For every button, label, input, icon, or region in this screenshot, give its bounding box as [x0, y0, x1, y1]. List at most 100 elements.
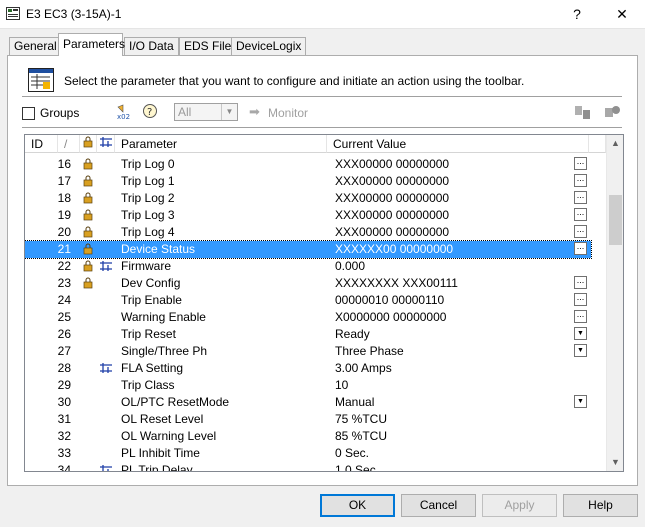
app-icon [6, 7, 20, 20]
column-header-lock[interactable] [80, 135, 97, 153]
table-row[interactable]: 33 PL Inhibit Time 0 Sec. [25, 445, 591, 462]
param-value[interactable]: 3.00 Amps [335, 360, 392, 377]
table-row[interactable]: 16 Trip Log 0 XXX00000 00000000... [25, 156, 591, 173]
table-row[interactable]: 22 Firmware 0.000 [25, 258, 591, 275]
dropdown-button[interactable]: ▼ [574, 344, 587, 357]
ellipsis-button[interactable]: ... [574, 208, 587, 221]
groups-checkbox[interactable] [22, 107, 35, 120]
param-name: Firmware [121, 259, 171, 273]
dropdown-button[interactable]: ▼ [574, 395, 587, 408]
query-icon[interactable]: ? [142, 103, 160, 121]
ok-button[interactable]: OK [320, 494, 395, 517]
ellipsis-button[interactable]: ... [574, 293, 587, 306]
table-row[interactable]: 34 PL Trip Delay 1.0 Sec. [25, 462, 591, 472]
groups-label[interactable]: Groups [40, 106, 79, 120]
param-value[interactable]: XXX00000 00000000 [335, 224, 449, 241]
table-row[interactable]: 31 OL Reset Level 75 %TCU [25, 411, 591, 428]
column-header-id[interactable]: ID [25, 135, 58, 153]
dropdown-button[interactable]: ▼ [574, 327, 587, 340]
table-row[interactable]: 32 OL Warning Level 85 %TCU [25, 428, 591, 445]
download-icon[interactable] [604, 104, 622, 120]
table-row[interactable]: 25 Warning Enable X0000000 00000000... [25, 309, 591, 326]
param-value[interactable]: Manual [335, 394, 374, 411]
help-title-button[interactable]: ? [555, 0, 599, 28]
divider [22, 127, 622, 128]
param-name: Trip Log 3 [121, 208, 175, 222]
param-value[interactable]: XXXXXXXX XXX00111 [335, 275, 458, 292]
param-value[interactable]: XXXXXX00 00000000 [335, 241, 453, 258]
help-button[interactable]: Help [563, 494, 638, 517]
param-value[interactable]: 0 Sec. [335, 445, 369, 462]
param-name: Warning Enable [121, 310, 206, 324]
upload-icon[interactable] [574, 104, 592, 120]
vertical-scrollbar[interactable]: ▲ ▼ [606, 135, 623, 471]
table-row[interactable]: 24 Trip Enable 00000010 00000110... [25, 292, 591, 309]
scroll-down-icon[interactable]: ▼ [607, 454, 623, 471]
column-header-parameter[interactable]: Parameter [115, 135, 327, 153]
param-id: 22 [57, 259, 71, 273]
table-row[interactable]: 26 Trip Reset Ready ▼ [25, 326, 591, 343]
tab-io-data[interactable]: I/O Data [124, 37, 179, 55]
param-value[interactable]: 75 %TCU [335, 411, 387, 428]
monitor-button[interactable]: Monitor [268, 106, 308, 120]
param-name: OL/PTC ResetMode [121, 395, 230, 409]
param-id: 23 [57, 276, 71, 290]
param-value[interactable]: XXX00000 00000000 [335, 156, 449, 173]
ellipsis-button[interactable]: ... [574, 157, 587, 170]
instruction-text: Select the parameter that you want to co… [64, 74, 525, 88]
column-header-devicelogix[interactable] [97, 135, 115, 153]
param-id: 28 [57, 361, 71, 375]
ellipsis-button[interactable]: ... [574, 242, 587, 255]
param-value[interactable]: Three Phase [335, 343, 404, 360]
column-header-sort[interactable]: / [58, 135, 80, 153]
title-bar: E3 EC3 (3-15A)-1 ? ✕ [0, 0, 645, 29]
ellipsis-button[interactable]: ... [574, 225, 587, 238]
param-value[interactable]: XXX00000 00000000 [335, 207, 449, 224]
param-value[interactable]: 85 %TCU [335, 428, 387, 445]
param-id: 34 [57, 463, 71, 472]
table-row[interactable]: 20 Trip Log 4 XXX00000 00000000... [25, 224, 591, 241]
table-row[interactable]: 21 Device Status XXXXXX00 00000000... [25, 240, 592, 259]
table-row[interactable]: 27 Single/Three Ph Three Phase ▼ [25, 343, 591, 360]
table-row[interactable]: 17 Trip Log 1 XXX00000 00000000... [25, 173, 591, 190]
table-row[interactable]: 30 OL/PTC ResetMode Manual ▼ [25, 394, 591, 411]
ellipsis-button[interactable]: ... [574, 174, 587, 187]
param-name: Trip Log 0 [121, 157, 175, 171]
parameter-grid[interactable]: ID / Parameter Current Value 16 Trip Log … [24, 134, 624, 472]
table-row[interactable]: 28 FLA Setting 3.00 Amps [25, 360, 591, 377]
param-value[interactable]: 00000010 00000110 [335, 292, 444, 309]
tab-general[interactable]: General [9, 37, 62, 55]
hex-display-icon[interactable]: x02 [115, 104, 131, 120]
apply-button[interactable]: Apply [482, 494, 557, 517]
tab-devicelogix[interactable]: DeviceLogix [231, 37, 307, 55]
lock-icon [83, 226, 95, 238]
param-name: FLA Setting [121, 361, 184, 375]
param-name: Dev Config [121, 276, 181, 290]
param-id: 18 [57, 191, 71, 205]
lock-icon [83, 158, 95, 170]
table-row[interactable]: 29 Trip Class 10 [25, 377, 591, 394]
ellipsis-button[interactable]: ... [574, 310, 587, 323]
param-value[interactable]: XXX00000 00000000 [335, 190, 449, 207]
tab-parameters[interactable]: Parameters [58, 33, 125, 56]
filter-combo[interactable]: All ▼ [174, 103, 238, 121]
param-name: Trip Reset [121, 327, 176, 341]
param-value[interactable]: 0.000 [335, 258, 365, 275]
param-value[interactable]: 1.0 Sec. [335, 462, 379, 471]
scroll-up-icon[interactable]: ▲ [607, 135, 623, 152]
table-row[interactable]: 19 Trip Log 3 XXX00000 00000000... [25, 207, 591, 224]
ellipsis-button[interactable]: ... [574, 276, 587, 289]
param-name: Device Status [121, 242, 196, 256]
column-header-value[interactable]: Current Value [327, 135, 589, 153]
param-value[interactable]: XXX00000 00000000 [335, 173, 449, 190]
cancel-button[interactable]: Cancel [401, 494, 476, 517]
close-button[interactable]: ✕ [600, 0, 644, 28]
scroll-thumb[interactable] [609, 195, 622, 245]
param-value[interactable]: Ready [335, 326, 370, 343]
table-row[interactable]: 23 Dev Config XXXXXXXX XXX00111... [25, 275, 591, 292]
param-value[interactable]: X0000000 00000000 [335, 309, 446, 326]
ellipsis-button[interactable]: ... [574, 191, 587, 204]
param-value[interactable]: 10 [335, 377, 348, 394]
table-row[interactable]: 18 Trip Log 2 XXX00000 00000000... [25, 190, 591, 207]
tab-eds-file[interactable]: EDS File [179, 37, 237, 55]
